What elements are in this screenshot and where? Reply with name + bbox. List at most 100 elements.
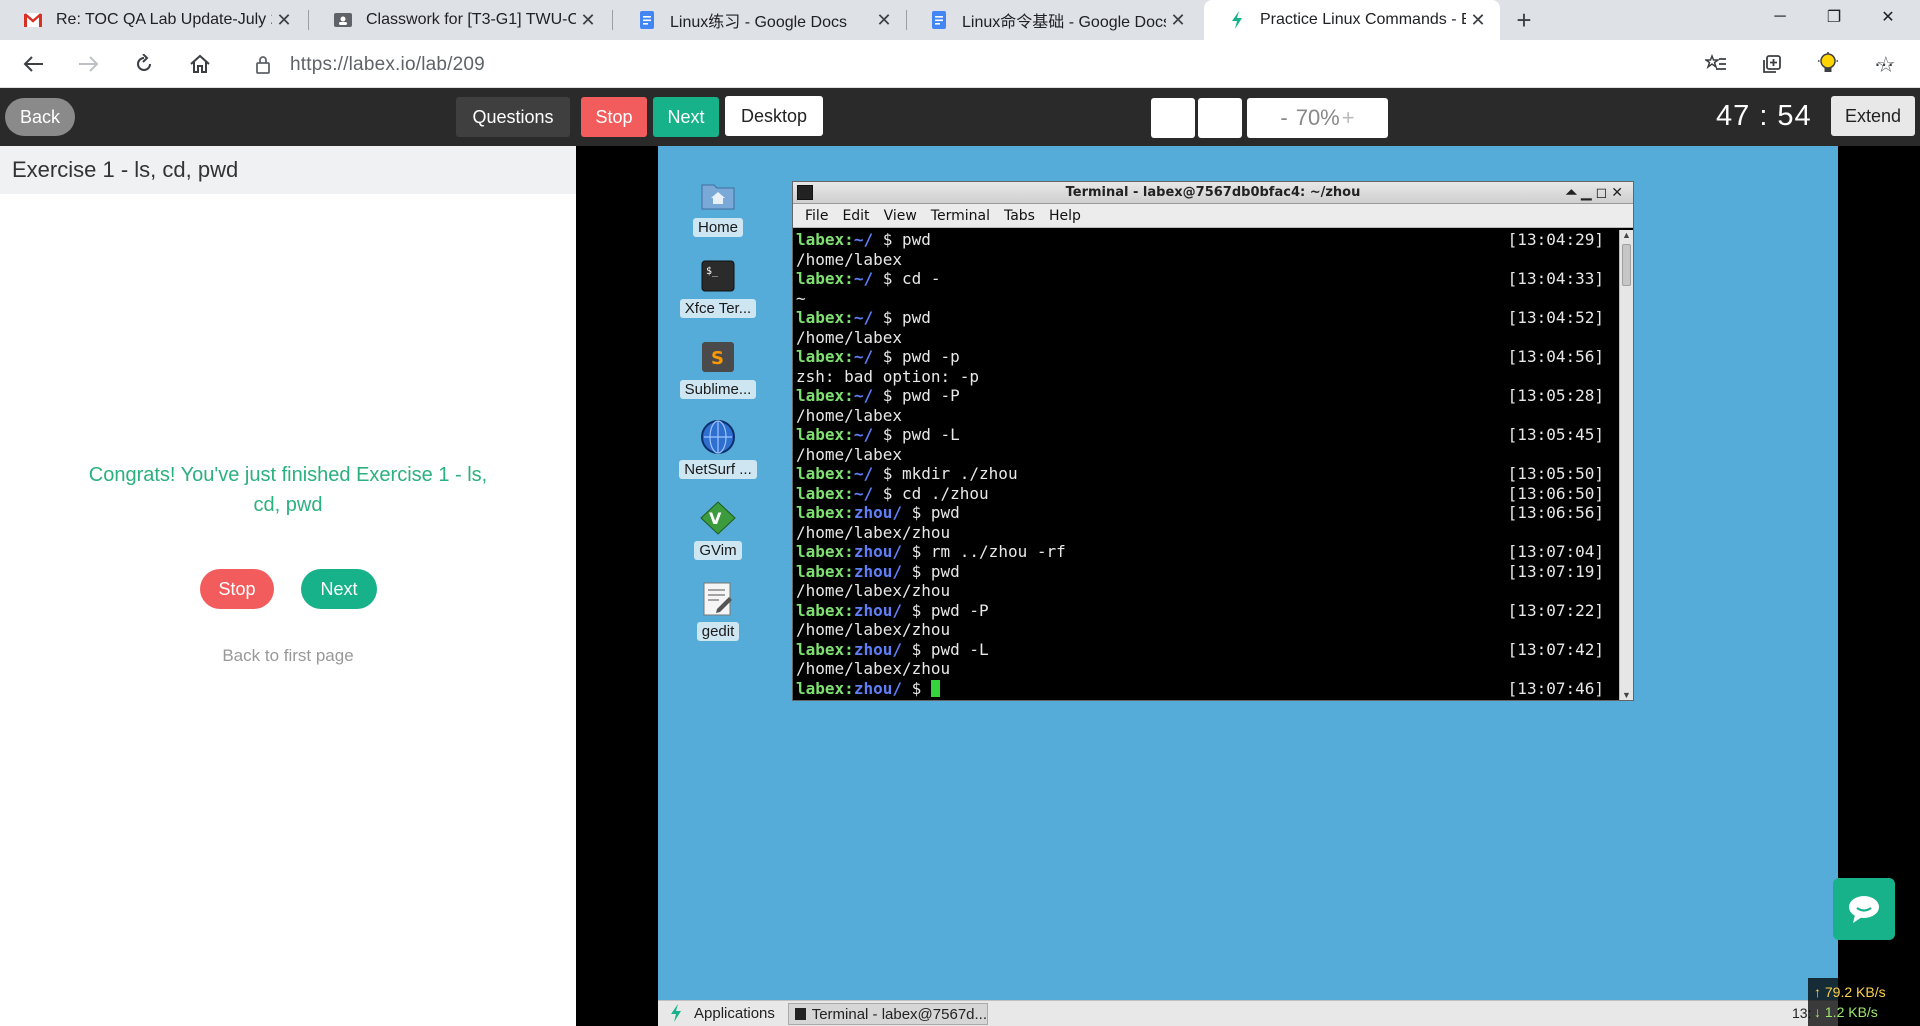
- close-icon[interactable]: ✕: [576, 10, 600, 31]
- desktop-icon-gvim[interactable]: V GVim: [668, 499, 768, 565]
- zoom-control[interactable]: - 70% +: [1247, 98, 1388, 138]
- blank-tool-button-2[interactable]: [1198, 98, 1242, 138]
- menu-terminal[interactable]: Terminal: [931, 208, 990, 224]
- window-close-button[interactable]: ✕: [1860, 0, 1916, 34]
- favorites-icon[interactable]: [1696, 44, 1736, 84]
- terminal-output[interactable]: labex:~/ $ pwd [13:04:29]/home/labex labex…: [796, 230, 1604, 698]
- prompt-user: labex: [796, 542, 845, 561]
- menu-tabs[interactable]: Tabs: [1004, 208, 1035, 224]
- close-icon[interactable]: ✕: [1466, 10, 1490, 31]
- menu-help[interactable]: Help: [1049, 208, 1081, 224]
- scroll-down-icon[interactable]: ▼: [1622, 690, 1631, 700]
- desktop-icon-label: Xfce Ter...: [679, 299, 757, 318]
- tab-docs-linux-basics[interactable]: Linux命令基础 - Google Docs ✕: [906, 0, 1200, 40]
- back-arrow-icon[interactable]: [14, 44, 54, 84]
- taskbar-terminal-item[interactable]: Terminal - labex@7567d...: [788, 1003, 988, 1025]
- browser-tab-bar: Re: TOC QA Lab Update-July 2021 ✕ Classw…: [0, 0, 1920, 40]
- terminal-line: /home/labex: [796, 445, 1604, 465]
- close-icon[interactable]: ✕: [1166, 10, 1190, 31]
- questions-button[interactable]: Questions: [456, 97, 570, 137]
- terminal-line: labex:~/ $ pwd -p [13:04:56]: [796, 347, 1604, 367]
- tab-classroom[interactable]: Classwork for [T3-G1] TWU-C Programming …: [310, 0, 610, 40]
- extend-button[interactable]: Extend: [1831, 96, 1915, 136]
- desktop-icon-label: gedit: [696, 622, 740, 641]
- tab-title: Re: TOC QA Lab Update-July 2021: [56, 11, 272, 28]
- next-button[interactable]: Next: [653, 97, 719, 137]
- terminal-window[interactable]: Terminal - labex@7567db0bfac4: ~/zhou ⏶▁…: [792, 181, 1634, 701]
- menu-edit[interactable]: Edit: [842, 208, 869, 224]
- prompt-separator: :: [844, 483, 854, 503]
- maximize-button[interactable]: ❐: [1806, 0, 1862, 34]
- prompt-timestamp: [13:04:33]: [1507, 269, 1604, 288]
- lightbulb-icon[interactable]: [1808, 44, 1848, 84]
- desktop-button[interactable]: Desktop: [725, 96, 823, 136]
- netsurf-icon: [699, 418, 737, 456]
- home-folder-icon: [699, 176, 737, 214]
- prompt-timestamp: [13:05:45]: [1507, 425, 1604, 444]
- panel-stop-button[interactable]: Stop: [200, 569, 274, 609]
- docs-icon: [638, 11, 656, 29]
- close-icon[interactable]: ✕: [272, 10, 296, 31]
- desktop-icon-netsurf[interactable]: NetSurf ...: [668, 418, 768, 484]
- tab-gmail[interactable]: Re: TOC QA Lab Update-July 2021 ✕: [0, 0, 306, 40]
- terminal-line: labex:~/ $ cd ./zhou [13:06:50]: [796, 484, 1604, 504]
- terminal-line: /home/labex/zhou: [796, 523, 1604, 543]
- maximize-icon[interactable]: ◻: [1596, 185, 1612, 201]
- prompt-command: $ rm ../zhou -rf: [901, 542, 1066, 561]
- chat-button[interactable]: [1833, 878, 1895, 940]
- menu-view[interactable]: View: [884, 208, 917, 224]
- stop-button[interactable]: Stop: [581, 97, 647, 137]
- applications-menu[interactable]: Applications: [668, 1004, 775, 1022]
- prompt-dir: zhou/: [853, 639, 902, 659]
- terminal-line: labex:zhou/ $ pwd [13:07:19]: [796, 562, 1604, 582]
- terminal-output-text: /home/labex/zhou: [796, 659, 951, 678]
- classroom-icon: [334, 11, 352, 29]
- terminal-line: /home/labex: [796, 250, 1604, 270]
- home-icon[interactable]: [180, 44, 220, 84]
- minimize-icon[interactable]: ▁: [1581, 185, 1596, 201]
- scroll-up-icon[interactable]: ▲: [1622, 230, 1631, 240]
- terminal-scrollbar[interactable]: ▲ ▼: [1619, 230, 1633, 700]
- forward-arrow-icon[interactable]: [68, 44, 108, 84]
- blank-tool-button-1[interactable]: [1151, 98, 1195, 138]
- zoom-out-button[interactable]: -: [1280, 105, 1287, 131]
- desktop-icon-sublime[interactable]: S Sublime...: [668, 338, 768, 404]
- prompt-separator: :: [844, 561, 854, 581]
- terminal-window-icon: [797, 185, 813, 200]
- zoom-in-button[interactable]: +: [1342, 105, 1355, 131]
- docs-icon: [930, 11, 948, 29]
- prompt-timestamp: [13:04:29]: [1507, 230, 1604, 249]
- reload-icon[interactable]: [124, 44, 164, 84]
- new-tab-button[interactable]: +: [1504, 0, 1544, 40]
- prompt-command: $ pwd -L: [901, 639, 989, 659]
- prompt-dir: ~/: [853, 230, 874, 249]
- prompt-dir: zhou/: [853, 678, 902, 698]
- tab-docs-linux-practice[interactable]: Linux练习 - Google Docs ✕: [614, 0, 906, 40]
- tab-labex-active[interactable]: Practice Linux Commands - Exercise ✕: [1204, 0, 1500, 40]
- close-icon[interactable]: ✕: [1611, 185, 1627, 201]
- terminal-titlebar[interactable]: Terminal - labex@7567db0bfac4: ~/zhou ⏶▁…: [793, 182, 1633, 204]
- scrollbar-thumb[interactable]: [1622, 244, 1631, 286]
- terminal-line: labex:zhou/ $ pwd -L [13:07:42]: [796, 640, 1604, 660]
- prompt-command: $ pwd -p: [873, 347, 960, 366]
- prompt-user: labex: [796, 483, 845, 503]
- back-button[interactable]: Back: [5, 98, 75, 136]
- desktop-icon-gedit[interactable]: gedit: [668, 580, 768, 646]
- terminal-line: /home/labex/zhou: [796, 581, 1604, 601]
- terminal-line: labex:~/ $ pwd -P [13:05:28]: [796, 386, 1604, 406]
- shade-icon[interactable]: ⏶: [1566, 185, 1581, 201]
- terminal-output-text: /home/labex/zhou: [796, 522, 951, 542]
- prompt-command: $ cd ./zhou: [873, 483, 989, 503]
- menu-file[interactable]: File: [805, 208, 828, 224]
- minimize-button[interactable]: ─: [1752, 0, 1808, 34]
- more-menu-icon[interactable]: ⋯: [1864, 44, 1904, 84]
- url-input[interactable]: https://labex.io/lab/209 ☆: [236, 46, 1896, 82]
- panel-next-button[interactable]: Next: [301, 569, 377, 609]
- prompt-command: $ pwd -P: [901, 600, 989, 620]
- close-icon[interactable]: ✕: [872, 10, 896, 31]
- back-to-first-page-link[interactable]: Back to first page: [0, 646, 576, 666]
- desktop-icon-home[interactable]: Home: [668, 176, 768, 242]
- sublime-icon: S: [699, 338, 737, 376]
- collections-icon[interactable]: [1752, 44, 1792, 84]
- desktop-icon-terminal[interactable]: $_ Xfce Ter...: [668, 257, 768, 323]
